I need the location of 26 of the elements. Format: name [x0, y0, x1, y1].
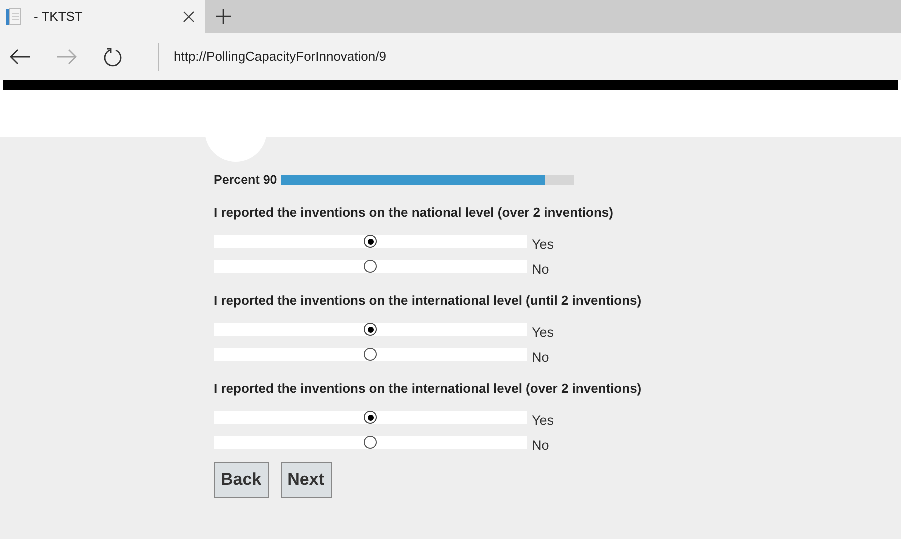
new-tab-icon[interactable]	[216, 9, 231, 24]
progress-label: Percent 90	[214, 173, 278, 187]
radio-button[interactable]	[364, 323, 377, 336]
option-label: Yes	[532, 324, 554, 340]
question-text: I reported the inventions on the national level (over 2 inventions)	[214, 205, 614, 221]
radio-button[interactable]	[364, 436, 377, 449]
browser-tab[interactable]: - TKTST	[0, 0, 205, 33]
radio-button[interactable]	[364, 235, 377, 248]
radio-button[interactable]	[364, 411, 377, 424]
option-label: Yes	[532, 236, 554, 252]
close-icon[interactable]	[183, 10, 195, 22]
question-text: I reported the inventions on the international level (until 2 inventions)	[214, 293, 643, 309]
back-arrow-icon[interactable]	[9, 48, 31, 64]
question-text: I reported the inventions on the international level (over 2 inventions)	[214, 381, 643, 397]
next-button[interactable]: Next	[280, 462, 332, 498]
option-label: Yes	[532, 412, 554, 428]
tab-title: - TKTST	[34, 9, 84, 24]
radio-button[interactable]	[364, 260, 377, 273]
radio-button[interactable]	[364, 348, 377, 361]
option-label: No	[532, 437, 550, 453]
option-label: No	[532, 261, 550, 277]
back-button[interactable]: Back	[214, 462, 269, 498]
option-label: No	[532, 349, 550, 365]
document-icon	[6, 8, 22, 26]
refresh-icon[interactable]	[103, 46, 123, 66]
address-field[interactable]: http://PollingCapacityForInnovation/9	[174, 49, 386, 64]
